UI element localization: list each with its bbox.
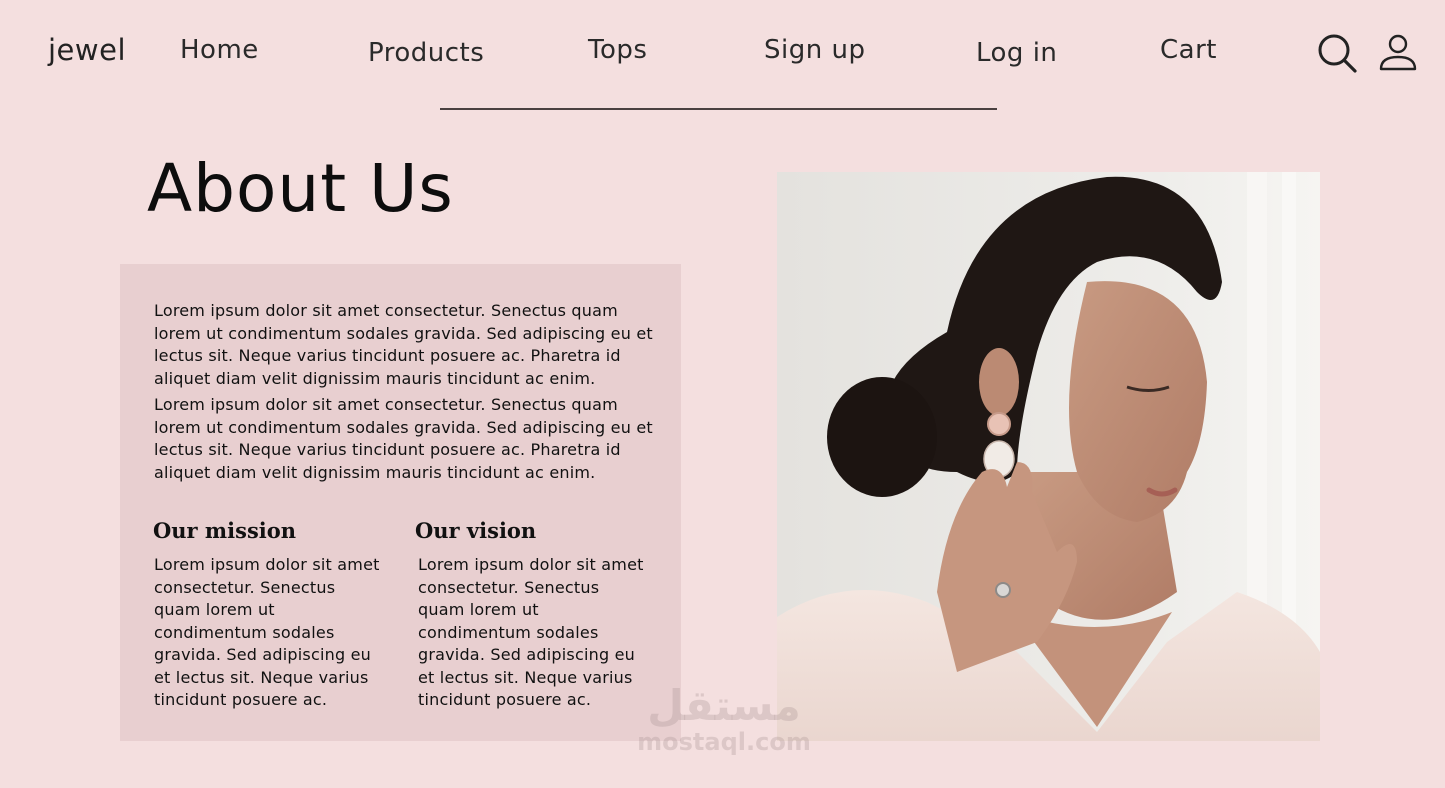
search-icon bbox=[1318, 34, 1357, 73]
about-paragraph-2: Lorem ipsum dolor sit amet consectetur. … bbox=[154, 395, 653, 482]
about-paragraph-1: Lorem ipsum dolor sit amet consectetur. … bbox=[154, 301, 653, 388]
account-button[interactable] bbox=[1378, 34, 1418, 72]
woman-with-earrings-image bbox=[777, 172, 1320, 741]
user-icon bbox=[1379, 34, 1417, 71]
nav-underline bbox=[440, 108, 997, 110]
nav-log-in[interactable]: Log in bbox=[976, 38, 1057, 68]
nav-sign-up[interactable]: Sign up bbox=[764, 35, 865, 65]
brand-logo[interactable]: jewel bbox=[48, 33, 126, 67]
nav-products[interactable]: Products bbox=[368, 38, 484, 68]
page-title: About Us bbox=[147, 150, 454, 227]
model-earring-photo bbox=[777, 172, 1320, 741]
mission-heading: Our mission bbox=[153, 518, 297, 543]
vision-heading: Our vision bbox=[415, 518, 537, 543]
about-content-box: Lorem ipsum dolor sit amet consectetur. … bbox=[120, 264, 681, 741]
nav-home[interactable]: Home bbox=[180, 35, 259, 65]
nav-tops[interactable]: Tops bbox=[588, 35, 647, 65]
search-button[interactable] bbox=[1316, 32, 1358, 74]
mission-text: Lorem ipsum dolor sit amet consectetur. … bbox=[154, 555, 380, 709]
nav-cart[interactable]: Cart bbox=[1160, 35, 1217, 65]
vision-text: Lorem ipsum dolor sit amet consectetur. … bbox=[418, 555, 644, 709]
